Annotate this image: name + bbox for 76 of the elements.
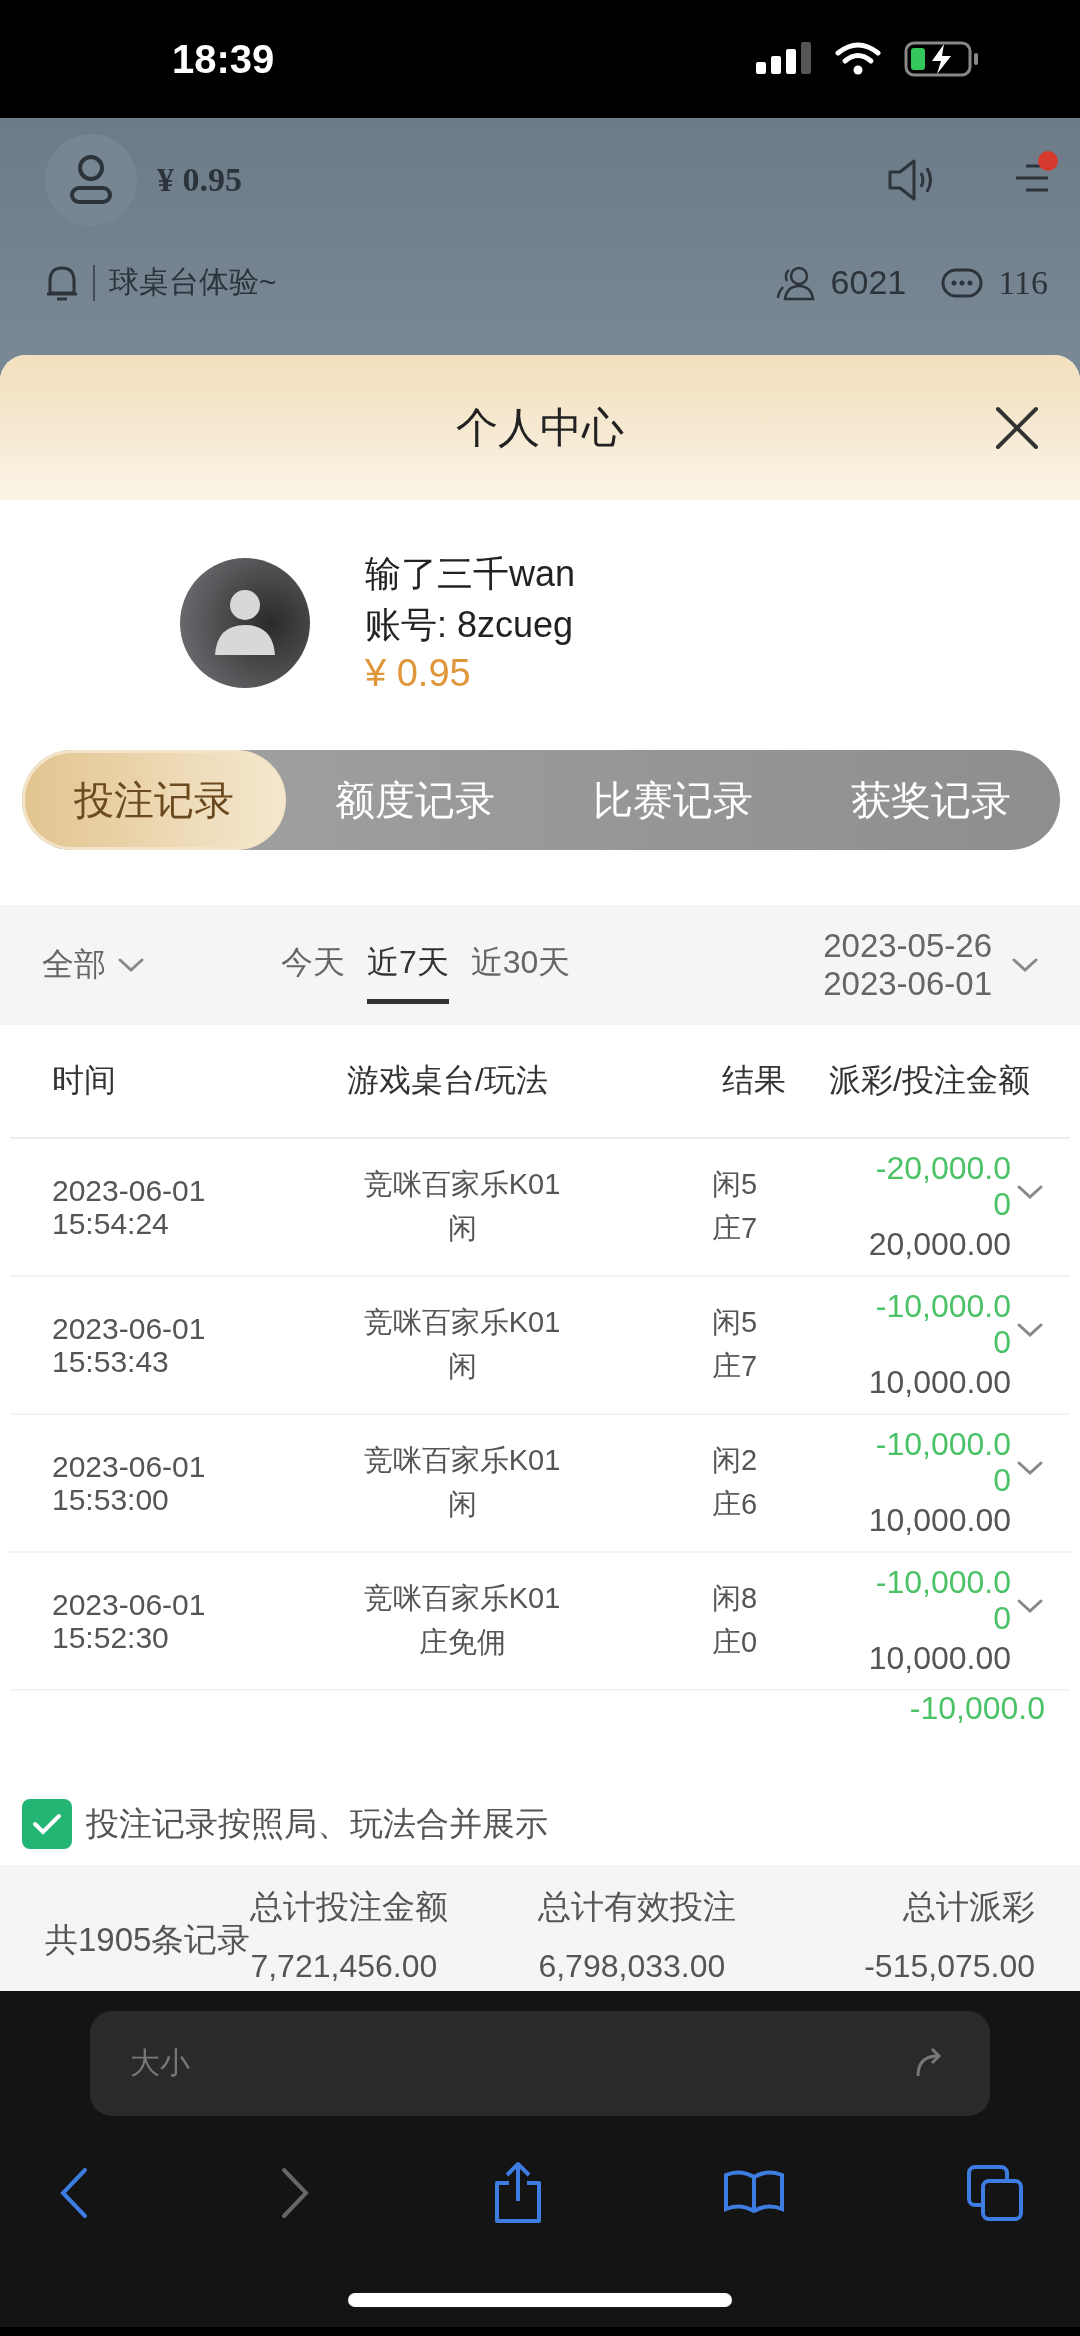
result-text: 闲5	[712, 1305, 758, 1340]
payout-amount: -10,000.00	[874, 1289, 1011, 1360]
payout-amount: -20,000.00	[874, 1151, 1011, 1222]
category-dropdown[interactable]: 全部	[42, 943, 146, 987]
tab[interactable]: 额度记录	[286, 750, 544, 850]
username: 输了三千wan	[365, 552, 576, 596]
stake-amount: 10,000.00	[868, 1363, 1011, 1401]
column-header: 派彩/投注金额	[828, 1061, 1030, 1100]
tabs-icon[interactable]	[965, 2163, 1025, 2223]
record-count: 共1905条记录	[45, 1920, 251, 1960]
total-value: 7,721,456.00	[250, 1948, 438, 1985]
address-bar[interactable]: 大小	[90, 2011, 990, 2116]
checkbox-label: 投注记录按照局、玩法合并展示	[86, 1803, 548, 1844]
total-label: 总计投注金额	[250, 1887, 449, 1927]
account-id: 账号: 8zcueg	[365, 603, 575, 647]
tab[interactable]: 获奖记录	[802, 750, 1060, 850]
bet-date: 2023-06-01	[52, 1588, 207, 1621]
game-table: 竞咪百家乐K01	[363, 1441, 561, 1481]
battery-charging-icon	[904, 40, 980, 78]
result-text: 庄7	[712, 1211, 758, 1246]
bet-type: 庄免佣	[418, 1625, 506, 1660]
bet-date: 2023-06-01	[52, 1174, 207, 1207]
bet-time: 15:54:24	[52, 1207, 170, 1240]
address-text: 大小	[130, 2045, 191, 2081]
bet-time: 15:53:43	[52, 1345, 170, 1378]
result-text: 闲5	[712, 1167, 758, 1202]
balance-amount: ¥ 0.95	[365, 652, 472, 695]
people-icon	[774, 264, 817, 301]
close-icon	[994, 405, 1040, 451]
balance-amount: ¥ 0.95	[157, 161, 242, 199]
bet-time: 15:53:00	[52, 1483, 170, 1516]
date-range-picker[interactable]: 2023-05-26 2023-06-01	[823, 927, 1040, 1003]
game-table: 竞咪百家乐K01	[363, 1165, 561, 1205]
tab[interactable]: 投注记录	[22, 750, 286, 850]
range-tab[interactable]: 近30天	[470, 926, 571, 1004]
bet-date: 2023-06-01	[52, 1312, 207, 1345]
game-table: 竞咪百家乐K01	[363, 1303, 561, 1343]
payout-amount: -10,000.0	[908, 1691, 1045, 1727]
online-count: 6021	[830, 263, 907, 302]
chat-icon	[940, 266, 985, 299]
result-text: 闲8	[712, 1581, 758, 1616]
chat-count: 116	[998, 263, 1048, 302]
result-text: 庄7	[712, 1349, 758, 1384]
modal-title: 个人中心	[456, 402, 624, 453]
stake-amount: 10,000.00	[868, 1501, 1011, 1539]
total-value: 6,798,033.00	[538, 1948, 726, 1985]
user-icon	[69, 154, 113, 206]
bet-type: 闲	[447, 1349, 477, 1384]
bet-type: 闲	[447, 1211, 477, 1246]
checkbox[interactable]	[22, 1799, 72, 1849]
bet-type: 闲	[447, 1487, 477, 1522]
result-text: 庄6	[712, 1487, 758, 1522]
payout-amount: -10,000.00	[874, 1427, 1011, 1498]
tab[interactable]: 比赛记录	[544, 750, 802, 850]
game-table: 竞咪百家乐K01	[363, 1579, 561, 1619]
signal-icon	[756, 42, 812, 76]
result-text: 庄0	[712, 1625, 758, 1660]
wifi-icon	[834, 41, 882, 77]
total-label: 总计派彩	[903, 1887, 1035, 1927]
column-header: 结果	[721, 1061, 787, 1100]
stake-amount: 20,000.00	[868, 1225, 1011, 1263]
column-header: 时间	[52, 1061, 117, 1100]
check-icon	[32, 1812, 62, 1836]
total-value: -515,075.00	[864, 1948, 1035, 1985]
notice-text: 球桌台体验~	[109, 264, 277, 300]
bet-time: 15:52:30	[52, 1621, 170, 1654]
stake-amount: 10,000.00	[868, 1639, 1011, 1677]
range-tab[interactable]: 今天	[281, 926, 345, 1004]
bet-date: 2023-06-01	[52, 1450, 207, 1483]
status-time: 18:39	[172, 36, 275, 82]
column-header: 游戏桌台/玩法	[346, 1061, 549, 1100]
result-text: 闲2	[712, 1443, 758, 1478]
share-icon[interactable]	[493, 2161, 543, 2225]
total-label: 总计有效投注	[538, 1887, 737, 1927]
payout-amount: -10,000.00	[874, 1565, 1011, 1636]
range-tab[interactable]: 近7天	[367, 926, 449, 1004]
